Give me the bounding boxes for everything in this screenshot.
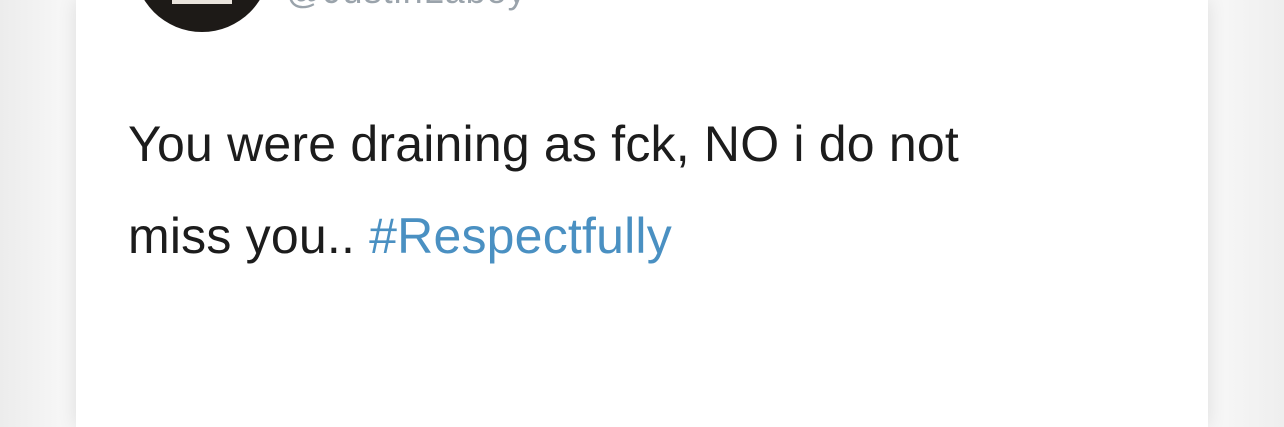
- tweet-text: You were draining as fck, NO i do not mi…: [128, 98, 1168, 282]
- tweet-text-line-1: You were draining as fck, NO i do not: [128, 116, 960, 172]
- hashtag-link[interactable]: #Respectfully: [369, 208, 672, 264]
- user-handle[interactable]: @JustinLaboy: [286, 0, 527, 12]
- avatar[interactable]: [134, 0, 270, 32]
- tweet-card[interactable]: @JustinLaboy You were draining as fck, N…: [76, 0, 1208, 427]
- tweet-text-line-2: miss you..: [128, 208, 356, 264]
- avatar-graphic: [172, 0, 232, 4]
